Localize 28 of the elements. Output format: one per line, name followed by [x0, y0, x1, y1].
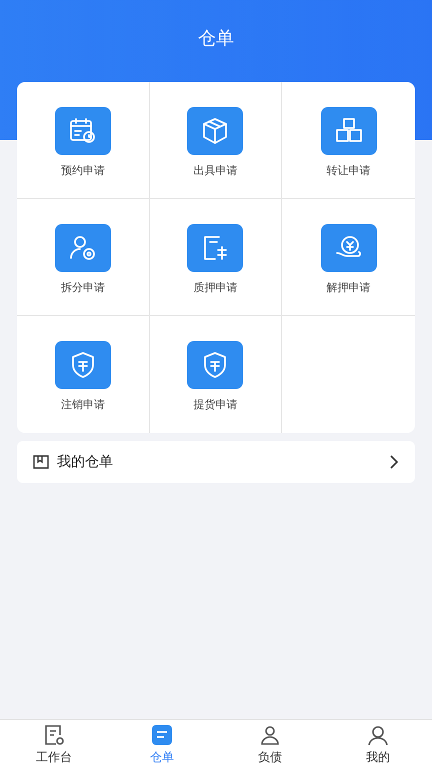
menu-label[interactable]: 出具申请	[193, 163, 238, 178]
menu-tile-button[interactable]	[187, 341, 244, 389]
menu-label[interactable]: 质押申请	[193, 280, 238, 295]
menu-label[interactable]: 提货申请	[193, 397, 238, 412]
menu-tile-button[interactable]	[187, 107, 244, 155]
page-title: 仓单	[198, 27, 234, 50]
menu-tile-button[interactable]	[320, 224, 377, 272]
document-icon	[150, 722, 174, 746]
menu-tile-button[interactable]	[54, 107, 111, 155]
tab-bar-item[interactable]: 负债	[216, 720, 324, 768]
chevron-right-icon	[389, 454, 399, 470]
tab-bar-item[interactable]: 我的	[324, 720, 432, 768]
menu-label[interactable]: 预约申请	[60, 163, 105, 178]
tab-bar-item[interactable]: 仓单	[108, 720, 216, 768]
my-receipts-row[interactable]: 我的仓单	[17, 441, 415, 483]
menu-label[interactable]: 拆分申请	[60, 280, 105, 295]
folder-icon	[33, 454, 49, 470]
user-gear-icon	[68, 233, 98, 263]
menu-label[interactable]: 转让申请	[326, 163, 371, 178]
menu-label[interactable]: 解押申请	[326, 280, 371, 295]
tab-bar-item[interactable]: 工作台	[0, 720, 108, 768]
document-eye-icon	[42, 722, 66, 746]
menu-tile-button[interactable]	[54, 341, 111, 389]
menu-tile-button[interactable]	[187, 224, 244, 272]
calendar-clock-icon	[68, 116, 98, 146]
menu-tile-button[interactable]	[320, 107, 377, 155]
menu-tile-button[interactable]	[54, 224, 111, 272]
menu-label[interactable]: 注销申请	[60, 397, 105, 412]
